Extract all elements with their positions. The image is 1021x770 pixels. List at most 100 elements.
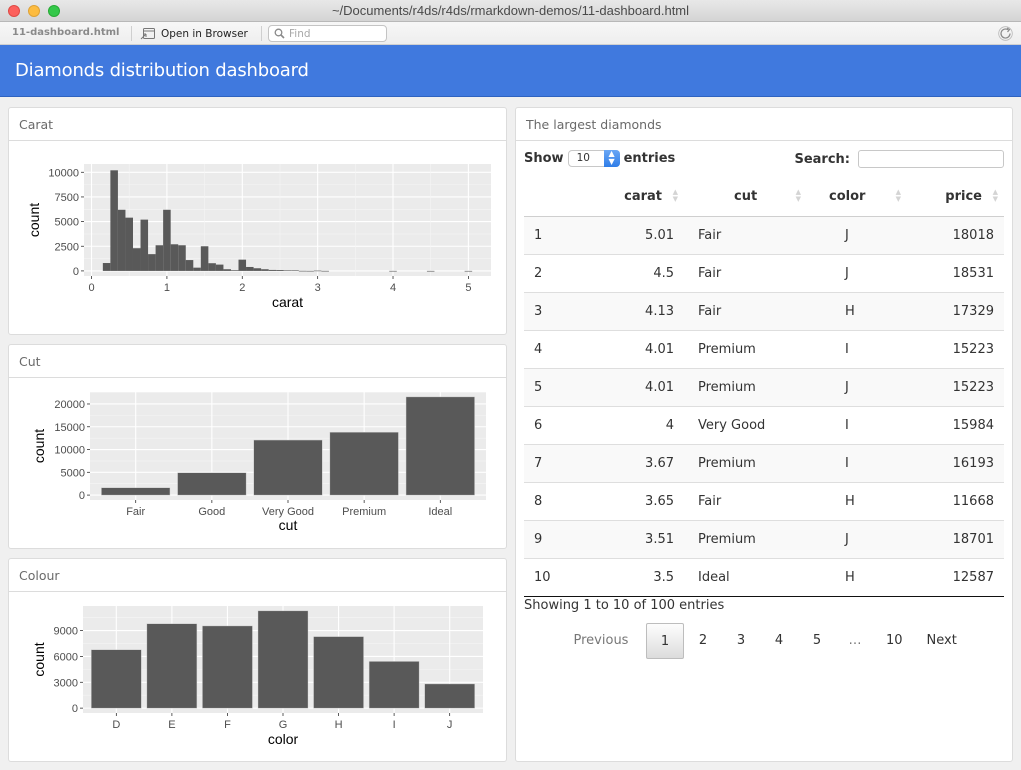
open-in-browser-label: Open in Browser (161, 27, 248, 40)
next-page-button[interactable]: Next (915, 623, 969, 659)
window-maximize-button[interactable] (48, 5, 60, 17)
open-in-browser-button[interactable]: Open in Browser (140, 25, 248, 42)
column-header-carat[interactable]: carat ▲ ▼ (582, 178, 684, 217)
histogram-bar (268, 269, 277, 271)
histogram-bar (185, 260, 194, 271)
search-icon (274, 28, 285, 39)
x-tick-label: 3 (315, 282, 321, 294)
page-button-2[interactable]: 2 (684, 623, 722, 659)
table-row[interactable]: 1 5.01 Fair J 18018 (524, 215, 1004, 254)
carat-cell: 3.51 (582, 519, 684, 558)
toolbar-divider (131, 26, 132, 41)
cut-cell: Fair (684, 215, 807, 254)
entries-per-page-select[interactable]: 10 ▲ ▼ (567, 150, 620, 167)
carat-cell: 3.65 (582, 481, 684, 520)
table-row[interactable]: 9 3.51 Premium J 18701 (524, 519, 1004, 558)
window-close-button[interactable] (8, 5, 20, 17)
price-cell: 15223 (907, 329, 1004, 368)
histogram-bar (426, 270, 435, 272)
x-tick-label: 4 (390, 282, 396, 294)
column-label: color (829, 189, 866, 205)
page-button-4[interactable]: 4 (760, 623, 798, 659)
table-row[interactable]: 2 4.5 Fair J 18531 (524, 253, 1004, 292)
entries-per-page-value: 10 (576, 152, 590, 164)
histogram-bar (170, 244, 179, 271)
select-stepper-icon: ▲ ▼ (603, 150, 620, 167)
table-row[interactable]: 6 4 Very Good I 15984 (524, 405, 1004, 444)
carat-cell: 4.01 (582, 367, 684, 406)
table-row[interactable]: 8 3.65 Fair H 11668 (524, 481, 1004, 520)
histogram-bar (246, 266, 254, 271)
y-tick-label: 10000 (48, 167, 79, 179)
x-axis-label: cut (279, 517, 298, 533)
table-row[interactable]: 10 3.5 Ideal H 12587 (524, 557, 1004, 597)
histogram-bar (193, 267, 201, 271)
column-header-price[interactable]: price ▲ ▼ (907, 178, 1004, 217)
cut-cell: Fair (684, 291, 807, 330)
row-index-cell: 7 (524, 443, 582, 482)
cut-cell: Fair (684, 481, 807, 520)
row-index-cell: 5 (524, 367, 582, 406)
column-header-cut[interactable]: cut ▲ ▼ (684, 178, 807, 217)
column-label: cut (734, 189, 758, 205)
histogram-bar (253, 268, 262, 271)
bar (424, 683, 475, 709)
histogram-bar (306, 270, 314, 272)
histogram-bar (163, 209, 171, 271)
x-tick-label: Good (198, 506, 225, 518)
datatable-controls: Show 10 ▲ ▼ entries Search: (524, 150, 1004, 172)
y-tick-label: 6000 (54, 651, 78, 663)
table-row[interactable]: 4 4.01 Premium I 15223 (524, 329, 1004, 368)
y-tick-label: 0 (73, 266, 79, 278)
row-index-cell: 10 (524, 557, 582, 597)
histogram-bar (276, 270, 284, 271)
carat-cell: 5.01 (582, 215, 684, 254)
cut-cell: Premium (684, 519, 807, 558)
histogram-bar (148, 254, 156, 271)
x-tick-label: E (168, 719, 175, 731)
bar (368, 661, 420, 709)
cut-cell: Premium (684, 329, 807, 368)
x-tick-label: J (447, 719, 453, 731)
histogram-bar (291, 270, 299, 272)
entries-label: entries (623, 151, 676, 166)
previous-page-button[interactable]: Previous (556, 623, 646, 659)
cut-cell: Premium (684, 367, 807, 406)
column-header-color[interactable]: color ▲ ▼ (807, 178, 907, 217)
x-tick-label: Very Good (262, 506, 314, 518)
page-button-10[interactable]: 10 (874, 623, 915, 659)
x-tick-label: 5 (465, 282, 471, 294)
window-title: ~/Documents/r4ds/r4ds/rmarkdown-demos/11… (331, 3, 690, 18)
pagination: Previous 1 2 3 4 5 … 10 Next (556, 622, 1006, 660)
histogram-bar (155, 245, 164, 271)
sort-icon: ▲ ▼ (795, 188, 801, 203)
carat-cell: 3.5 (582, 557, 684, 597)
x-tick-label: 0 (88, 282, 94, 294)
find-field[interactable] (268, 25, 387, 42)
window-minimize-button[interactable] (28, 5, 40, 17)
browser-window-icon (140, 28, 155, 40)
page-button-1[interactable]: 1 (646, 623, 684, 659)
color-cell: I (807, 405, 907, 444)
color-cell: J (807, 519, 907, 558)
table-row[interactable]: 7 3.67 Premium I 16193 (524, 443, 1004, 482)
color-cell: H (807, 291, 907, 330)
table-search-input[interactable] (858, 150, 1004, 168)
sort-icon: ▲ ▼ (992, 188, 998, 203)
cut-panel: Cut 0 5000 10000 15000 20000 cut count Fair Good… (8, 344, 507, 549)
cut-bar-chart: 0 5000 10000 15000 20000 cut count Fair Good Very… (31, 392, 486, 533)
table-row[interactable]: 3 4.13 Fair H 17329 (524, 291, 1004, 330)
find-input[interactable] (289, 27, 379, 40)
histogram-bar (208, 263, 216, 271)
price-cell: 18018 (907, 215, 1004, 254)
bar (101, 487, 171, 496)
page-button-5[interactable]: 5 (798, 623, 836, 659)
page-button-3[interactable]: 3 (722, 623, 760, 659)
table-header-row: carat ▲ ▼ cut ▲ ▼ color ▲ ▼ price ▲ ▼ (524, 178, 1004, 217)
y-tick-label: 5000 (55, 217, 79, 229)
page-ellipsis: … (848, 633, 862, 648)
table-row[interactable]: 5 4.01 Premium J 15223 (524, 367, 1004, 406)
histogram-bar (215, 264, 224, 271)
y-tick-label: 0 (72, 703, 78, 715)
refresh-icon[interactable] (998, 26, 1013, 41)
